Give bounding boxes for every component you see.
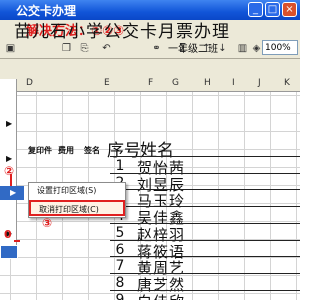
column-header[interactable]: D [26, 78, 33, 88]
row-border [110, 172, 300, 174]
column-header[interactable]: E [104, 78, 110, 88]
row-number: 5 [115, 224, 125, 241]
undo-icon[interactable]: ↶ [100, 42, 113, 55]
header-copy: 复印件 [28, 146, 52, 155]
column-header[interactable]: J [258, 78, 261, 88]
column-header[interactable]: F [148, 78, 153, 88]
row-number: 7 [115, 258, 125, 275]
row-number: 1 [115, 158, 125, 174]
annotation-line [10, 174, 12, 186]
row-number: 8 [115, 274, 125, 291]
hyperlink-icon[interactable]: ⚭ [150, 42, 163, 55]
row-border [110, 289, 300, 291]
row-border [110, 239, 300, 241]
row-border [110, 256, 300, 258]
close-button[interactable]: × [282, 2, 297, 17]
submenu-arrow-icon: ▶ [6, 119, 13, 128]
cancel-print-area-item[interactable]: 取消打印区域(C) [29, 200, 125, 216]
row-border [110, 189, 300, 191]
header-fee: 费用 [58, 146, 74, 155]
submenu-arrow-icon: ▶ [6, 154, 13, 163]
marker-1: 0 [4, 228, 12, 241]
row-border [110, 272, 300, 274]
column-header[interactable]: K [284, 78, 290, 88]
row-number: 9 [115, 291, 125, 300]
student-name: 白佳欣 [137, 291, 185, 300]
column-header[interactable]: I [232, 78, 235, 88]
save-icon[interactable]: ▣ [4, 42, 17, 55]
paste-icon[interactable]: ⎘ [78, 42, 91, 55]
maximize-button[interactable]: □ [265, 2, 280, 17]
zoom-select[interactable]: 100% [262, 40, 298, 55]
submenu-arrow-icon: ▶ [10, 188, 17, 197]
menu-item-bottom[interactable] [0, 245, 18, 259]
row-border [110, 156, 300, 157]
formatting-toolbar [0, 59, 300, 78]
class-label: 一年级二班 [168, 44, 218, 55]
row-border [110, 222, 300, 224]
sheet-title: 苗儿石小学公交卡月票办理 [14, 22, 230, 42]
column-headers: D E F G H I J K [0, 77, 300, 92]
chart-icon[interactable]: ▥ [236, 42, 249, 55]
excel-window: 公交卡办理 _ □ × 解决方法：①②③ ▣ ❐ ⎘ ↶ ⚭ Σ ↑ ↓ ▥ ◈… [0, 0, 300, 300]
annotation-line [14, 240, 20, 242]
print-area-submenu: 设置打印区域(S) 取消打印区域(C) [28, 182, 126, 218]
minimize-button[interactable]: _ [248, 2, 263, 17]
row-border [110, 206, 300, 208]
row-number: 6 [115, 241, 125, 258]
set-print-area-item[interactable]: 设置打印区域(S) [29, 183, 125, 199]
column-header[interactable]: G [172, 78, 179, 88]
marker-3: ③ [42, 216, 53, 230]
header-sign: 签名 [84, 146, 100, 155]
copy-icon[interactable]: ❐ [60, 42, 73, 55]
column-header[interactable]: H [204, 78, 211, 88]
